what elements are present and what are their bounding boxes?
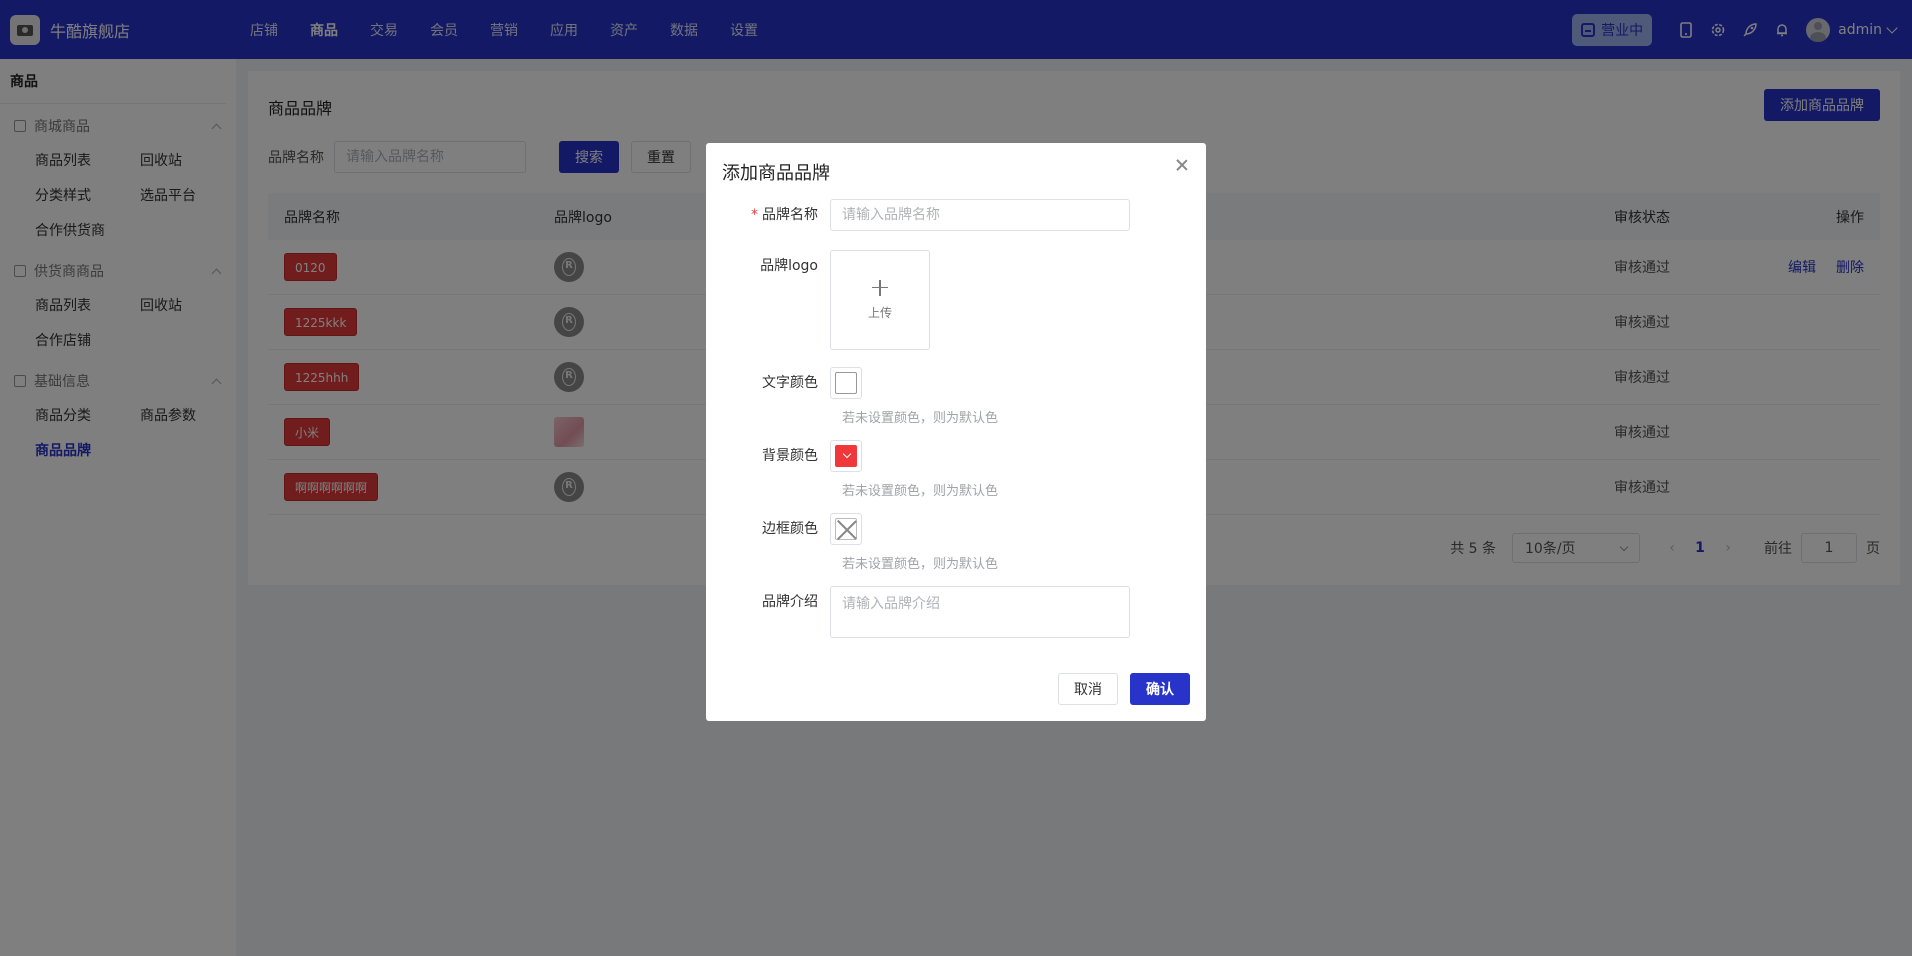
upload-label: 上传 xyxy=(867,305,892,320)
bg-color-label: 背景颜色 xyxy=(762,448,818,464)
required-asterisk: * xyxy=(751,207,758,223)
form-row-brand-intro: 品牌介绍 xyxy=(706,586,1130,638)
border-color-label: 边框颜色 xyxy=(762,521,818,537)
dialog-title: 添加商品品牌 xyxy=(722,163,830,184)
form-row-brand-logo: 品牌logo 上传 xyxy=(706,250,930,350)
brand-intro-textarea[interactable] xyxy=(830,586,1130,638)
border-color-hint: 若未设置颜色，则为默认色 xyxy=(842,557,999,572)
text-color-hint: 若未设置颜色，则为默认色 xyxy=(842,411,999,426)
brand-name-input[interactable] xyxy=(830,199,1130,231)
brand-intro-label: 品牌介绍 xyxy=(762,594,818,610)
form-row-text-color: 文字颜色 xyxy=(706,367,862,399)
form-row-border-color: 边框颜色 xyxy=(706,513,862,545)
add-brand-dialog: 添加商品品牌 *品牌名称 品牌logo 上传 文字颜色 若未设置颜色，则为默认色… xyxy=(706,143,1206,721)
cancel-button[interactable]: 取消 xyxy=(1058,673,1118,705)
color-swatch-white xyxy=(835,372,857,394)
plus-icon xyxy=(872,279,888,296)
form-row-brand-name: * 品牌名称 xyxy=(706,199,1130,231)
close-icon[interactable] xyxy=(1174,157,1190,173)
logo-upload-button[interactable]: 上传 xyxy=(830,250,930,350)
bg-color-picker[interactable] xyxy=(830,440,862,472)
text-color-picker[interactable] xyxy=(830,367,862,399)
brand-name-label: * 品牌名称 xyxy=(751,207,818,223)
border-color-picker[interactable] xyxy=(830,513,862,545)
form-row-bg-color: 背景颜色 xyxy=(706,440,862,472)
confirm-button[interactable]: 确认 xyxy=(1130,673,1190,705)
text-color-label: 文字颜色 xyxy=(762,375,818,391)
bg-color-hint: 若未设置颜色，则为默认色 xyxy=(842,484,999,499)
color-swatch-red xyxy=(835,445,857,467)
brand-logo-label: 品牌logo xyxy=(760,258,818,274)
color-swatch-empty xyxy=(835,518,857,540)
